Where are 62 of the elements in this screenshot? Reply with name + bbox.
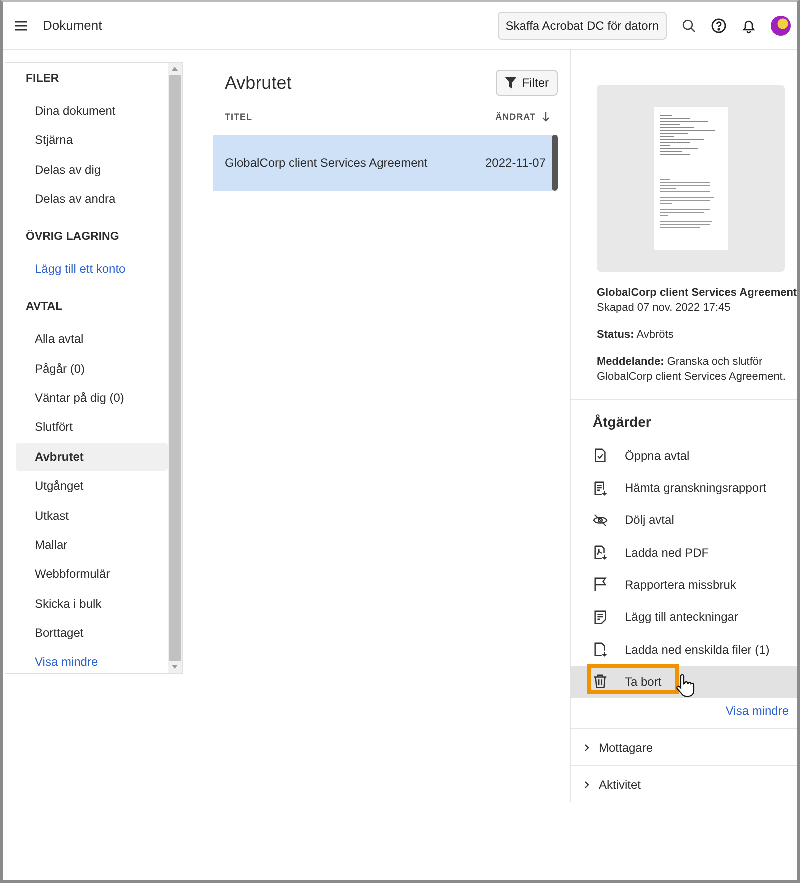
sidebar-item[interactable]: Delas av dig [16, 156, 168, 184]
eye-hidden-icon [593, 512, 608, 528]
filter-icon [505, 77, 518, 89]
get-desktop-button[interactable]: Skaffa Acrobat DC för datorn [498, 12, 667, 40]
sidebar-item[interactable]: Skicka i bulk [16, 590, 168, 618]
message-text: Meddelande: Granska och slutför GlobalCorp client Services Agreement. [597, 354, 787, 385]
action-item[interactable]: Ta bort [571, 666, 797, 698]
agreement-row[interactable]: GlobalCorp client Services Agreement 2022-11-07 [213, 135, 552, 191]
column-header[interactable]: TITEL [225, 112, 252, 122]
pdf-download-icon [593, 545, 608, 560]
action-item[interactable]: Dölj avtal [571, 504, 797, 537]
sidebar-link[interactable]: Lägg till ett konto [16, 255, 168, 284]
sidebar-item[interactable]: Utgånget [16, 472, 168, 500]
flag-icon [593, 577, 608, 592]
sort-arrow-icon[interactable] [542, 112, 550, 122]
sidebar-item[interactable]: Utkast [16, 502, 168, 530]
hand-cursor-icon [675, 674, 695, 698]
sidebar-item[interactable]: Slutfört [16, 413, 168, 442]
column-header[interactable]: ÄNDRAT [496, 112, 536, 122]
chevron-icon [583, 781, 591, 789]
sidebar-item[interactable]: Avbrutet [16, 442, 168, 471]
sidebar-item[interactable]: Väntar på dig (0) [16, 384, 168, 412]
action-item[interactable]: Öppna avtal [571, 440, 797, 472]
collapsible-section[interactable]: Mottagare [571, 728, 797, 765]
actions-heading: Åtgärder [593, 414, 652, 430]
avatar[interactable] [771, 16, 791, 36]
app-title: Dokument [43, 18, 104, 33]
notes-icon [593, 610, 608, 625]
chevron-icon [583, 744, 591, 752]
action-item[interactable]: Hämta granskningsrapport [571, 472, 797, 504]
sidebar-item[interactable]: Webbformulär [16, 560, 168, 588]
help-icon[interactable] [711, 18, 727, 34]
show-less-link[interactable]: Visa mindre [718, 698, 797, 728]
filter-button[interactable]: Filter [496, 70, 558, 96]
section-heading: ÖVRIG LAGRING [25, 229, 120, 246]
file-download-icon [593, 642, 608, 658]
modified-date: 2022-11-07 [486, 156, 546, 170]
trash-icon [593, 674, 608, 690]
list-title: Avbrutet [225, 72, 292, 94]
action-item[interactable]: Ladda ned enskilda filer (1) [571, 633, 797, 666]
section-heading: FILER [25, 72, 60, 87]
sidebar-item[interactable]: Mallar [16, 530, 168, 559]
created-date: Skapad 07 nov. 2022 17:45 [597, 301, 732, 316]
sidebar-item[interactable]: Pågår (0) [16, 354, 168, 383]
sidebar-item[interactable]: Alla avtal [16, 325, 168, 354]
scrollbar-thumb[interactable] [552, 135, 558, 191]
document-check-icon [593, 448, 608, 464]
action-item[interactable]: Lägg till anteckningar [571, 601, 797, 634]
sidebar-link[interactable]: Visa mindre [16, 648, 168, 676]
search-icon[interactable] [681, 18, 697, 34]
action-item[interactable]: Rapportera missbruk [571, 568, 797, 602]
sidebar-item[interactable]: Borttaget [16, 619, 168, 648]
sidebar-item[interactable]: Dina dokument [16, 97, 168, 125]
agreement-name: GlobalCorp client Services Agreement [597, 286, 797, 302]
action-item[interactable]: Ladda ned PDF [571, 536, 797, 569]
status-text: Status: Avbröts [597, 328, 675, 343]
section-heading: AVTAL [25, 300, 64, 316]
sidebar-item[interactable]: Delas av andra [16, 185, 168, 214]
collapsible-section[interactable]: Aktivitet [571, 765, 797, 802]
agreement-title: GlobalCorp client Services Agreement [225, 156, 428, 170]
report-download-icon [593, 480, 608, 496]
sidebar-item[interactable]: Stjärna [16, 126, 168, 154]
